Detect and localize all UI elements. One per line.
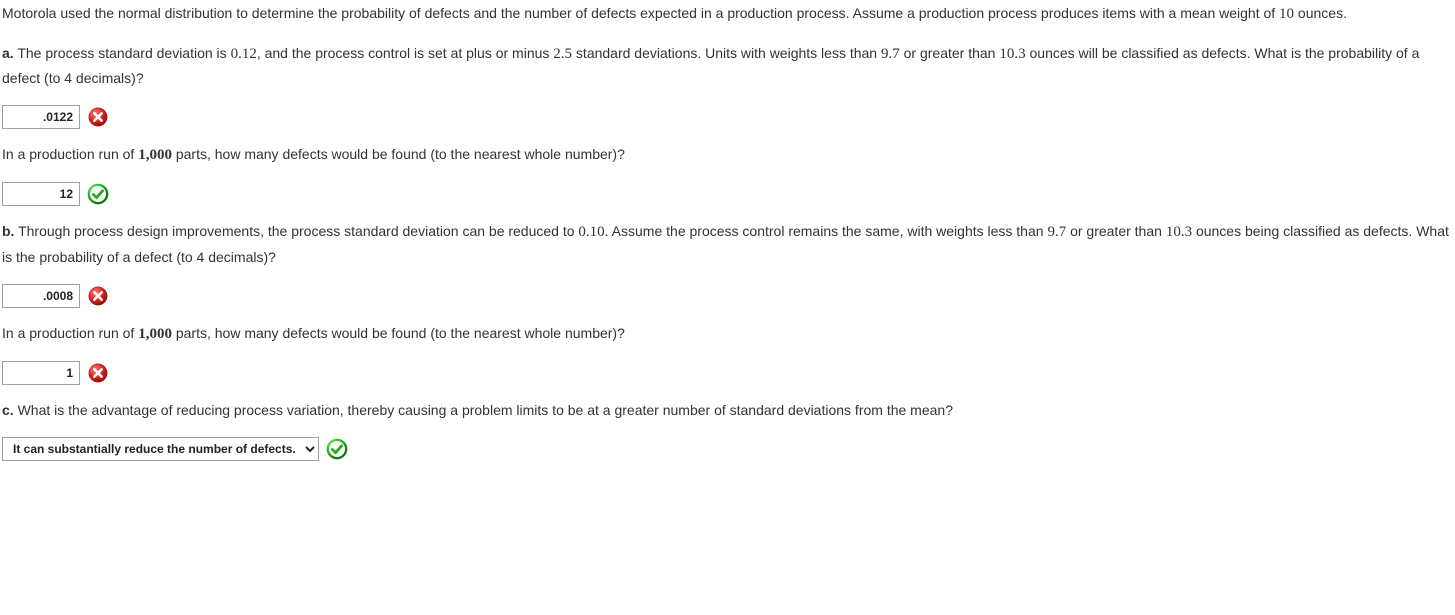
part-a-question: a. The process standard deviation is 0.1… xyxy=(2,42,1453,91)
intro-paragraph: Motorola used the normal distribution to… xyxy=(2,2,1453,28)
part-a-label: a. xyxy=(2,45,14,61)
part-b-question: b. Through process design improvements, … xyxy=(2,220,1453,269)
a-answer1-row xyxy=(2,105,1453,129)
b-q2: In a production run of 1,000 parts, how … xyxy=(2,322,1453,348)
c-t1: What is the advantage of reducing proces… xyxy=(14,402,953,418)
b-t2: . Assume the process control remains the… xyxy=(605,223,1048,239)
a-answer2-input[interactable] xyxy=(2,182,80,206)
a-t1: The process standard deviation is xyxy=(14,45,231,61)
a-answer2-row xyxy=(2,182,1453,206)
b-hi: 10.3 xyxy=(1166,224,1192,240)
b-answer1-input[interactable] xyxy=(2,284,80,308)
mean-value: 10 xyxy=(1279,6,1294,22)
intro-text-after: ounces. xyxy=(1294,5,1347,21)
a-t2: , and the process control is set at plus… xyxy=(257,45,553,61)
correct-icon xyxy=(86,182,110,206)
correct-icon xyxy=(325,437,349,461)
a-sd: 0.12 xyxy=(231,46,257,62)
b-answer2-row xyxy=(2,361,1453,385)
intro-text: Motorola used the normal distribution to… xyxy=(2,5,1279,21)
b-lo: 9.7 xyxy=(1047,224,1066,240)
a-hi: 10.3 xyxy=(999,46,1025,62)
a-answer1-input[interactable] xyxy=(2,105,80,129)
b-sd: 0.10 xyxy=(578,224,604,240)
a-q2-t2: parts, how many defects would be found (… xyxy=(172,146,625,162)
part-c-label: c. xyxy=(2,402,14,418)
b-q2-t1: In a production run of xyxy=(2,325,138,341)
part-c-question: c. What is the advantage of reducing pro… xyxy=(2,399,1453,423)
a-t4: or greater than xyxy=(900,45,1000,61)
wrong-icon xyxy=(86,361,110,385)
b-t3: or greater than xyxy=(1066,223,1166,239)
a-q2-n: 1,000 xyxy=(138,147,172,163)
a-q2: In a production run of 1,000 parts, how … xyxy=(2,143,1453,169)
a-lo: 9.7 xyxy=(881,46,900,62)
b-q2-n: 1,000 xyxy=(138,326,172,342)
b-t1: Through process design improvements, the… xyxy=(14,223,578,239)
b-answer2-input[interactable] xyxy=(2,361,80,385)
c-answer-row: It can substantially reduce the number o… xyxy=(2,437,1453,461)
a-t3: standard deviations. Units with weights … xyxy=(572,45,881,61)
a-q2-t1: In a production run of xyxy=(2,146,138,162)
wrong-icon xyxy=(86,105,110,129)
a-pm: 2.5 xyxy=(553,46,572,62)
wrong-icon xyxy=(86,284,110,308)
part-b-label: b. xyxy=(2,223,14,239)
b-answer1-row xyxy=(2,284,1453,308)
b-q2-t2: parts, how many defects would be found (… xyxy=(172,325,625,341)
c-answer-select[interactable]: It can substantially reduce the number o… xyxy=(2,437,319,461)
